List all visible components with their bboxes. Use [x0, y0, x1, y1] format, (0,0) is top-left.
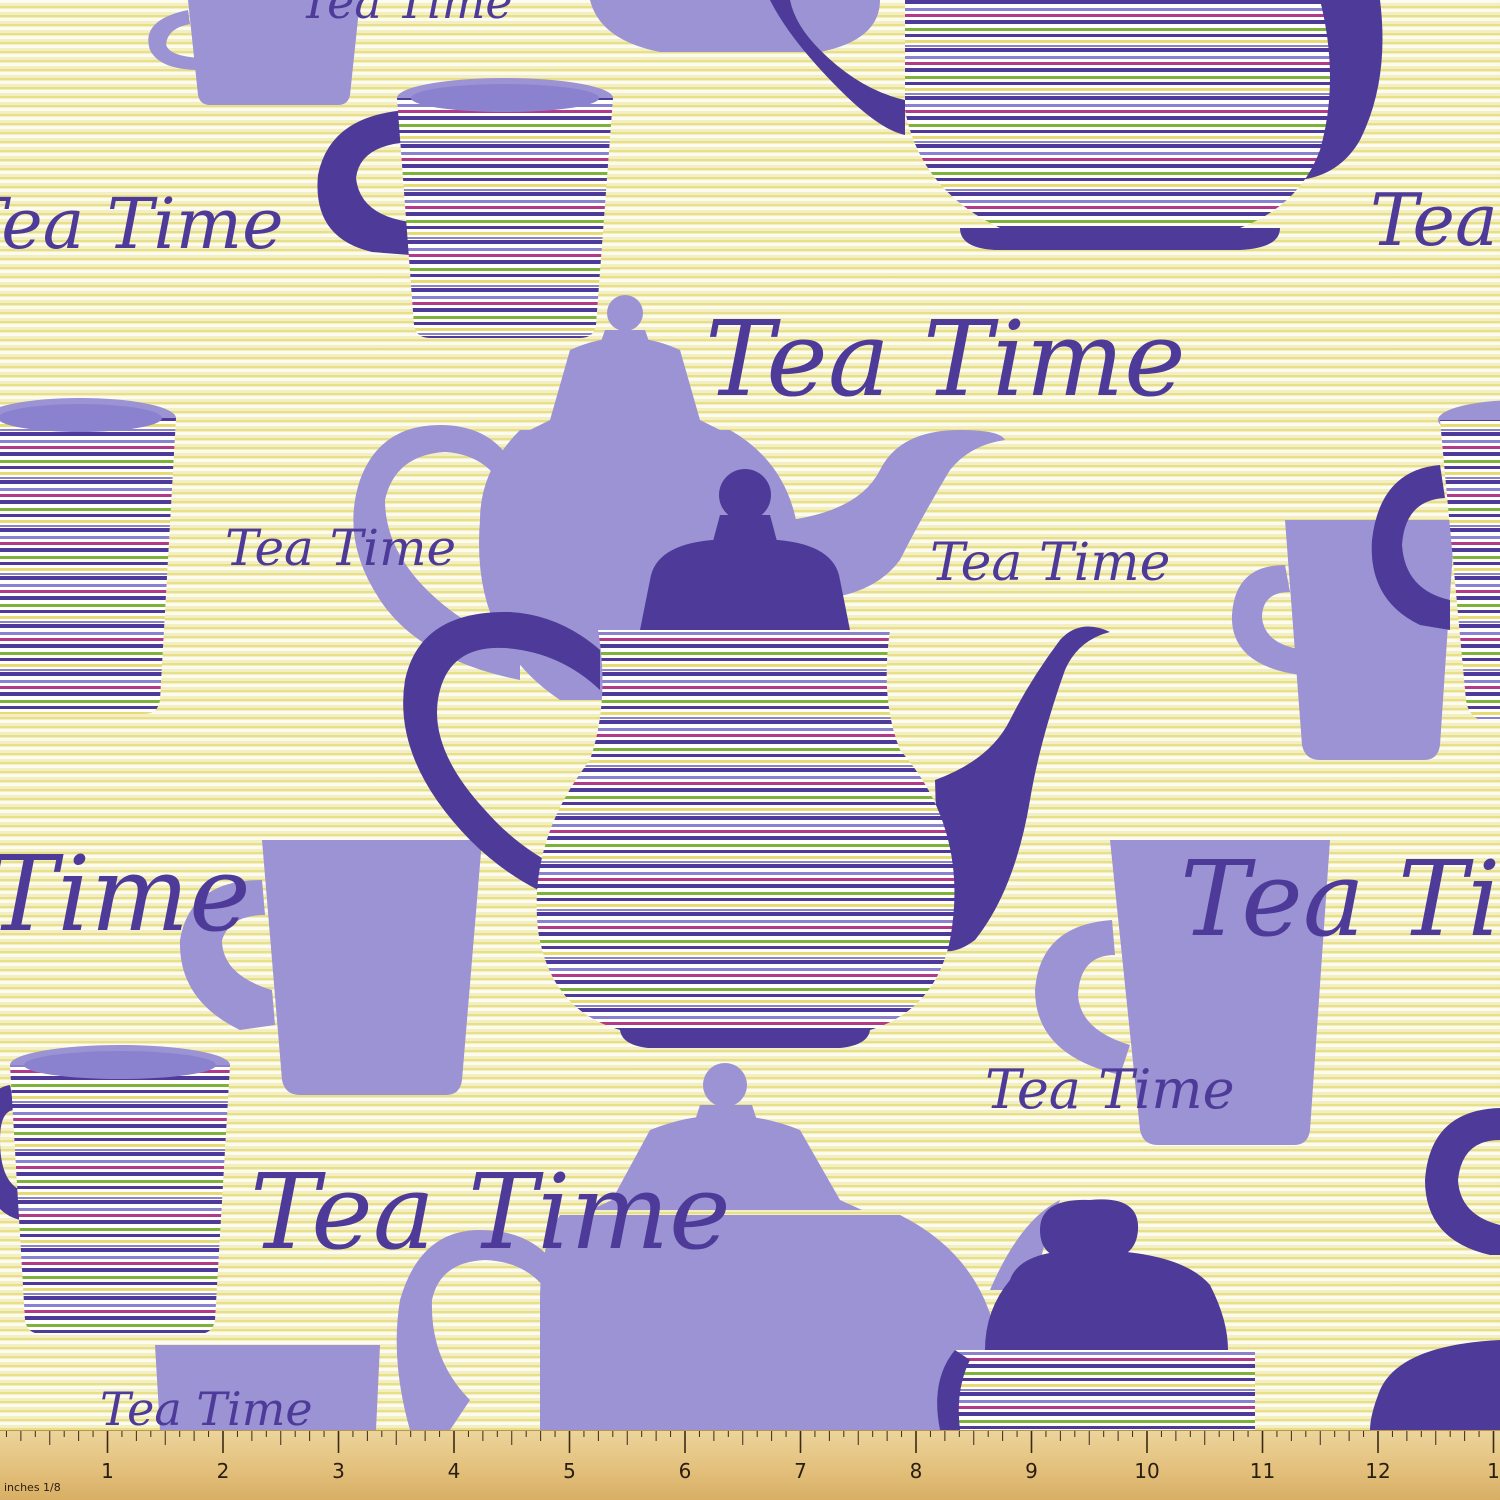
tea-time-text-3: Tea Time — [1370, 178, 1500, 262]
ruler-number: 12 — [1365, 1459, 1391, 1483]
tea-pattern-illustration: Tea Time Tea Time Tea Time Tea Time Tea … — [0, 0, 1500, 1430]
tea-time-text-11: Tea Time — [100, 1382, 313, 1430]
tea-time-text-6: Tea Time — [930, 533, 1170, 593]
fabric-swatch: Tea Time Tea Time Tea Time Tea Time Tea … — [0, 0, 1500, 1500]
tea-time-text-5: Tea Time — [225, 519, 456, 577]
ruler-number: 1 — [1487, 1459, 1500, 1483]
tea-time-text-1: Tea Time — [300, 0, 513, 29]
striped-mug-left — [0, 398, 176, 714]
tea-time-text-8: Tea Time — [1180, 838, 1500, 960]
ruler-number: 10 — [1134, 1459, 1160, 1483]
ruler-number: 4 — [447, 1459, 461, 1483]
ruler-unit-label: inches 1/8 — [4, 1481, 61, 1494]
tea-time-text-2: Tea Time — [0, 183, 284, 265]
ruler-number: 11 — [1249, 1459, 1276, 1483]
ruler-number: 2 — [216, 1459, 230, 1483]
ruler-number: 1 — [101, 1459, 114, 1483]
lavender-mug-far-right — [1231, 520, 1455, 760]
striped-mug-top — [317, 78, 613, 338]
ruler-number: 8 — [909, 1459, 923, 1483]
tea-time-text-10: Tea Time — [250, 1151, 731, 1273]
ruler-number: 9 — [1025, 1459, 1038, 1483]
tea-time-text-12: Tea Time — [1440, 1382, 1500, 1428]
tea-time-text-9: Tea Time — [985, 1058, 1235, 1121]
striped-mug-bottom-left — [0, 1045, 230, 1334]
tea-time-text-7: Tea Time — [0, 833, 251, 955]
ruler-number: 7 — [794, 1459, 807, 1483]
tea-time-text-4: Tea Time — [705, 298, 1186, 420]
ruler-number: 5 — [563, 1459, 576, 1483]
lavender-teapot-top — [590, 0, 880, 52]
striped-teapot-top — [770, 0, 1383, 250]
ruler-number: 6 — [678, 1459, 692, 1483]
measuring-ruler: 1 2 3 4 5 6 7 8 9 10 11 12 1 inches 1/8 — [0, 1430, 1500, 1500]
ruler-number: 3 — [332, 1459, 345, 1483]
